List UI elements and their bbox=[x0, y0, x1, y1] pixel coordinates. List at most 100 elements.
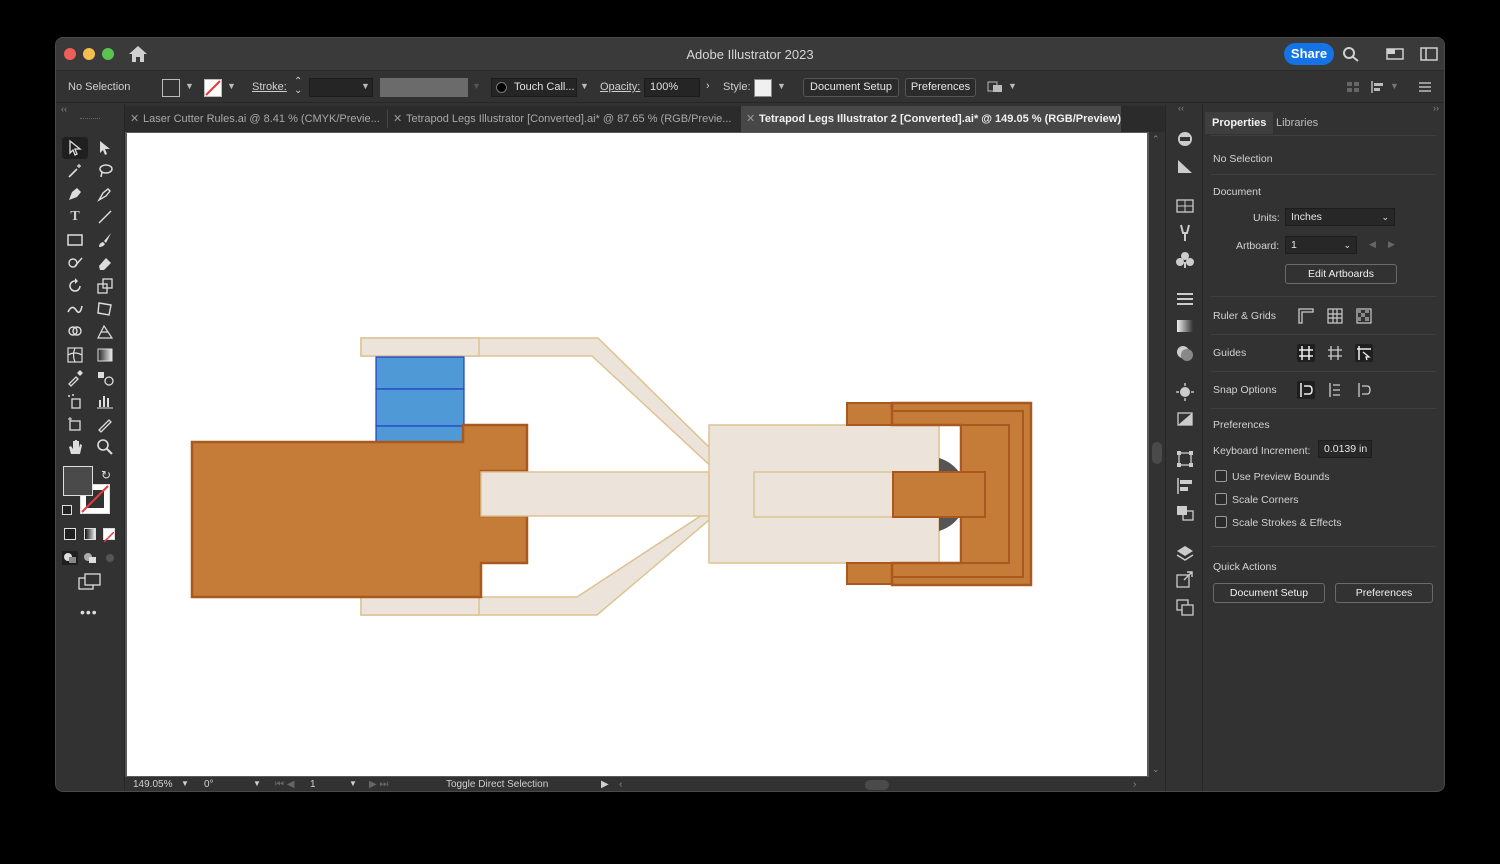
panel-menu-icon[interactable] bbox=[1418, 81, 1432, 93]
draw-inside-icon[interactable] bbox=[102, 551, 118, 565]
direct-selection-tool-icon[interactable] bbox=[92, 137, 118, 159]
artwork[interactable] bbox=[127, 133, 1147, 776]
gradient-tool-icon[interactable] bbox=[92, 344, 118, 366]
collapse-icon[interactable]: ›› bbox=[1433, 103, 1439, 113]
artboard-number[interactable]: 1 bbox=[310, 779, 316, 790]
workspace-switcher-icon[interactable] bbox=[1420, 46, 1438, 62]
fill-swatch[interactable] bbox=[162, 79, 180, 97]
appearance-icon[interactable] bbox=[1175, 383, 1195, 401]
hand-tool-icon[interactable] bbox=[62, 436, 88, 458]
asset-export-icon[interactable] bbox=[1175, 157, 1195, 175]
keyboard-increment-input[interactable]: 0.0139 in bbox=[1318, 440, 1372, 458]
close-icon[interactable]: ✕ bbox=[393, 106, 402, 132]
libraries-icon[interactable] bbox=[1175, 130, 1195, 148]
smart-guides-icon[interactable] bbox=[1355, 344, 1373, 362]
horizontal-scroll-thumb[interactable] bbox=[865, 780, 889, 790]
stroke-label[interactable]: Stroke: bbox=[252, 81, 287, 93]
swap-fill-stroke-icon[interactable]: ↻ bbox=[101, 468, 111, 482]
artboard[interactable] bbox=[127, 133, 1147, 776]
chevron-down-icon[interactable]: ▼ bbox=[361, 81, 370, 91]
transparency-icon[interactable] bbox=[1175, 344, 1195, 362]
chevron-down-icon[interactable]: ⌄ bbox=[1152, 764, 1160, 775]
tab-laser-cutter-rules[interactable]: ✕ Laser Cutter Rules.ai @ 8.41 % (CMYK/Pr… bbox=[125, 106, 385, 132]
chevron-down-icon[interactable]: ▼ bbox=[1390, 81, 1399, 91]
tab-libraries[interactable]: Libraries bbox=[1269, 112, 1325, 134]
close-icon[interactable]: ✕ bbox=[746, 106, 755, 132]
scale-corners-checkbox[interactable] bbox=[1215, 493, 1227, 505]
quick-document-setup-button[interactable]: Document Setup bbox=[1213, 583, 1325, 603]
graphic-style-swatch[interactable] bbox=[754, 79, 772, 97]
share-button[interactable]: Share bbox=[1284, 43, 1334, 65]
chevron-down-icon[interactable]: ▼ bbox=[580, 81, 589, 91]
change-screen-mode-icon[interactable] bbox=[78, 573, 102, 591]
none-mode-icon[interactable] bbox=[103, 528, 115, 543]
symbol-sprayer-tool-icon[interactable] bbox=[62, 390, 88, 412]
chevron-down-icon[interactable]: ▼ bbox=[181, 779, 189, 788]
canvas-area[interactable] bbox=[125, 132, 1165, 777]
artboard-tool-icon[interactable] bbox=[62, 413, 88, 435]
grid-icon[interactable] bbox=[1326, 307, 1344, 325]
align-panel-icon[interactable] bbox=[1175, 477, 1195, 495]
color-mode-icon[interactable] bbox=[64, 528, 76, 540]
draw-behind-icon[interactable] bbox=[82, 551, 98, 565]
zoom-level[interactable]: 149.05% bbox=[133, 779, 172, 790]
scroll-thumb[interactable] bbox=[1152, 442, 1162, 464]
tab-tetrapod-legs-2[interactable]: ✕ Tetrapod Legs Illustrator 2 [Converted]… bbox=[741, 106, 1121, 132]
default-fill-stroke-icon[interactable] bbox=[62, 505, 72, 515]
search-icon[interactable] bbox=[1342, 46, 1360, 62]
gradient-mode-icon[interactable] bbox=[84, 528, 96, 540]
edit-toolbar-icon[interactable]: ••• bbox=[80, 604, 98, 620]
eraser-tool-icon[interactable] bbox=[92, 252, 118, 274]
use-preview-bounds-checkbox[interactable] bbox=[1215, 470, 1227, 482]
shape-builder-tool-icon[interactable] bbox=[62, 321, 88, 343]
pathfinder-icon[interactable] bbox=[1175, 504, 1195, 522]
magic-wand-tool-icon[interactable] bbox=[62, 160, 88, 182]
eyedropper-tool-icon[interactable] bbox=[62, 367, 88, 389]
rectangle-tool-icon[interactable] bbox=[62, 229, 88, 251]
snap-to-pixel-icon[interactable] bbox=[1355, 381, 1373, 399]
artboard-select[interactable]: 1 ⌄ bbox=[1285, 236, 1357, 254]
paintbrush-tool-icon[interactable] bbox=[92, 229, 118, 251]
graphic-styles-icon[interactable] bbox=[1175, 410, 1195, 428]
ruler-icon[interactable] bbox=[1297, 307, 1315, 325]
preferences-button[interactable]: Preferences bbox=[905, 78, 976, 97]
shaper-tool-icon[interactable] bbox=[62, 252, 88, 274]
chevron-down-icon[interactable]: ▼ bbox=[1008, 81, 1017, 91]
chevron-up-icon[interactable]: ⌃ bbox=[1152, 134, 1160, 145]
transparency-grid-icon[interactable] bbox=[1355, 307, 1373, 325]
fill-color-front[interactable] bbox=[63, 466, 93, 496]
free-transform-tool-icon[interactable] bbox=[92, 298, 118, 320]
layers-icon[interactable] bbox=[1175, 544, 1195, 562]
opacity-input[interactable]: 100% bbox=[644, 78, 700, 97]
vertical-scrollbar[interactable]: ⌃ ⌄ bbox=[1149, 132, 1165, 777]
brush-definition[interactable]: Touch Call... bbox=[491, 78, 577, 97]
snap-to-point-icon[interactable] bbox=[1297, 381, 1315, 399]
chevron-down-icon[interactable]: ▼ bbox=[349, 779, 357, 788]
line-segment-tool-icon[interactable] bbox=[92, 206, 118, 228]
curvature-tool-icon[interactable] bbox=[92, 183, 118, 205]
arrange-documents-icon[interactable] bbox=[1386, 46, 1404, 62]
scale-tool-icon[interactable] bbox=[92, 275, 118, 297]
chevron-down-icon[interactable]: ▼ bbox=[253, 779, 261, 788]
chevron-right-icon[interactable]: ▶ bbox=[601, 779, 609, 790]
close-icon[interactable]: ✕ bbox=[130, 106, 139, 132]
export-icon[interactable] bbox=[1175, 571, 1195, 589]
mesh-tool-icon[interactable] bbox=[62, 344, 88, 366]
chevron-right-icon[interactable]: › bbox=[706, 80, 710, 92]
brushes-icon[interactable] bbox=[1175, 224, 1195, 242]
slice-tool-icon[interactable] bbox=[92, 413, 118, 435]
lock-guides-icon[interactable] bbox=[1326, 344, 1344, 362]
document-setup-button[interactable]: Document Setup bbox=[803, 78, 899, 97]
tab-properties[interactable]: Properties bbox=[1205, 112, 1274, 134]
stroke-swatch[interactable] bbox=[204, 79, 222, 97]
perspective-grid-tool-icon[interactable] bbox=[92, 321, 118, 343]
transform-panel-icon[interactable] bbox=[1175, 450, 1195, 468]
zoom-tool-icon[interactable] bbox=[92, 436, 118, 458]
quick-preferences-button[interactable]: Preferences bbox=[1335, 583, 1433, 603]
grip-icon[interactable] bbox=[80, 118, 100, 120]
pen-tool-icon[interactable] bbox=[62, 183, 88, 205]
chevron-down-icon[interactable]: ▼ bbox=[227, 81, 236, 91]
show-guides-icon[interactable] bbox=[1297, 344, 1315, 362]
chevron-down-icon[interactable]: ▼ bbox=[777, 81, 786, 91]
blend-tool-icon[interactable] bbox=[92, 367, 118, 389]
